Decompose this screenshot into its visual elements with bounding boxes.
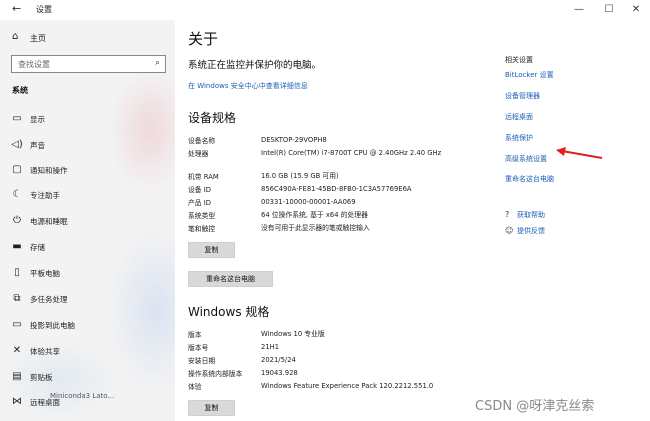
close-button[interactable]: ✕	[625, 2, 647, 18]
sidebar-item-label: 通知和操作	[30, 166, 68, 175]
sidebar-item-label: 多任务处理	[30, 295, 68, 304]
sidebar-item-label: 存储	[30, 243, 45, 252]
sidebar-item-label: 主页	[30, 34, 46, 43]
storage-icon: ▬	[12, 241, 22, 252]
spec-key: 版本号	[188, 344, 209, 352]
spec-key: 笔和触控	[188, 225, 216, 233]
feedback-label: 提供反馈	[517, 227, 545, 235]
sidebar-item-projecting[interactable]: ▭ 投影到此电脑	[0, 316, 175, 336]
sidebar-item-clipboard[interactable]: ▤ 剪贴板	[0, 368, 175, 388]
main-content: 关于 系统正在监控并保护你的电脑。 在 Windows 安全中心中查看详细信息 …	[175, 20, 475, 421]
spec-key: 机带 RAM	[188, 173, 219, 181]
spec-key: 安装日期	[188, 357, 216, 365]
remote-desktop-link[interactable]: 远程桌面	[505, 112, 533, 122]
sidebar-item-storage[interactable]: ▬ 存储	[0, 238, 175, 258]
sidebar-item-label: 电源和睡眠	[30, 217, 68, 226]
spec-value: Intel(R) Core(TM) i7-8700T CPU @ 2.40GHz…	[261, 149, 442, 157]
page-title: 关于	[188, 30, 219, 48]
help-icon: ?	[505, 210, 510, 219]
device-specs-heading: 设备规格	[188, 111, 237, 125]
spec-value: 856C490A-FE81-45BD-8FB0-1C3A57769E6A	[261, 185, 412, 193]
background-window-text: Miniconda3 Lato...	[50, 392, 115, 400]
multitask-icon: ⧉	[13, 293, 21, 304]
bitlocker-settings-link[interactable]: BitLocker 设置	[505, 70, 554, 80]
search-input[interactable]	[18, 58, 143, 70]
moon-icon: ☾	[12, 189, 22, 200]
speaker-icon: ◁)	[11, 139, 23, 150]
spec-value: 没有可用于此显示器的笔或触控输入	[261, 224, 370, 232]
window-title: 设置	[36, 5, 52, 14]
sidebar-item-label: 投影到此电脑	[30, 321, 75, 330]
spec-value: 21H1	[261, 343, 280, 351]
spec-value: 00331-10000-00001-AA069	[261, 198, 356, 206]
search-icon[interactable]: ⌕	[155, 58, 160, 68]
home-icon: ⌂	[12, 31, 19, 42]
share-icon: ✕	[12, 345, 22, 356]
copy-device-specs-button[interactable]: 复制	[188, 242, 235, 258]
feedback-icon: ☺	[505, 226, 514, 235]
spec-key: 系统类型	[188, 212, 216, 220]
sidebar-item-power[interactable]: ⏻ 电源和睡眠	[0, 212, 175, 232]
device-manager-link[interactable]: 设备管理器	[505, 91, 540, 101]
sidebar-item-display[interactable]: ▭ 显示	[0, 110, 175, 130]
power-icon: ⏻	[13, 215, 21, 226]
spec-key: 产品 ID	[188, 199, 211, 207]
spec-key: 处理器	[188, 150, 209, 158]
back-arrow-icon[interactable]: ←	[12, 2, 21, 15]
sidebar-item-label: 声音	[30, 141, 45, 150]
get-help-link[interactable]: ? 获取帮助	[505, 210, 545, 220]
spec-value: DESKTOP-29VOPH8	[261, 136, 327, 144]
spec-value: 16.0 GB (15.9 GB 可用)	[261, 172, 339, 180]
copy-windows-specs-button[interactable]: 复制	[188, 400, 235, 416]
advanced-system-settings-link[interactable]: 高级系统设置	[505, 154, 547, 164]
security-center-link[interactable]: 在 Windows 安全中心中查看详细信息	[188, 81, 308, 91]
clipboard-icon: ▤	[12, 371, 22, 382]
sidebar-item-multitasking[interactable]: ⧉ 多任务处理	[0, 290, 175, 310]
help-label: 获取帮助	[517, 211, 545, 219]
sidebar-item-label: 平板电脑	[30, 269, 60, 278]
sidebar-item-focus-assist[interactable]: ☾ 专注助手	[0, 186, 175, 206]
sidebar-item-label: 专注助手	[30, 191, 60, 200]
give-feedback-link[interactable]: ☺ 提供反馈	[505, 226, 545, 236]
spec-key: 体验	[188, 383, 202, 391]
sidebar-item-notifications[interactable]: ▢ 通知和操作	[0, 161, 175, 181]
notification-icon: ▢	[12, 164, 22, 175]
rename-pc-button[interactable]: 重命名这台电脑	[188, 271, 273, 287]
annotation-arrow-icon	[556, 147, 603, 159]
spec-value: 2021/5/24	[261, 356, 296, 364]
spec-value: Windows Feature Experience Pack 120.2212…	[261, 382, 434, 390]
related-settings-heading: 相关设置	[505, 56, 533, 64]
maximize-button[interactable]: ☐	[598, 2, 620, 18]
sidebar-item-sound[interactable]: ◁) 声音	[0, 136, 175, 156]
sidebar-item-shared-experiences[interactable]: ✕ 体验共享	[0, 342, 175, 362]
rename-pc-link[interactable]: 重命名这台电脑	[505, 174, 554, 184]
projector-icon: ▭	[12, 319, 22, 330]
sidebar-item-label: 显示	[30, 115, 45, 124]
spec-value: 64 位操作系统, 基于 x64 的处理器	[261, 211, 368, 219]
spec-value: 19043.928	[261, 369, 298, 377]
spec-value: Windows 10 专业版	[261, 330, 325, 338]
spec-key: 操作系统内部版本	[188, 370, 243, 378]
sidebar-item-label: 体验共享	[30, 347, 60, 356]
protection-status-text: 系统正在监控并保护你的电脑。	[188, 60, 322, 71]
search-field[interactable]: ⌕	[11, 55, 166, 73]
remote-desktop-icon: ⋈	[12, 396, 22, 407]
spec-key: 设备名称	[188, 137, 216, 145]
title-bar: ← 设置 — ☐ ✕	[0, 0, 650, 20]
spec-key: 设备 ID	[188, 186, 211, 194]
sidebar-item-tablet[interactable]: ▯ 平板电脑	[0, 264, 175, 284]
system-protection-link[interactable]: 系统保护	[505, 133, 533, 143]
sidebar: ⌂ 主页 ⌕ 系统 ▭ 显示 ◁) 声音 ▢ 通知和操作 ☾ 专注助手 ⏻ 电源…	[0, 20, 175, 421]
spec-key: 版本	[188, 331, 202, 339]
sidebar-item-home[interactable]: ⌂ 主页	[0, 30, 175, 48]
minimize-button[interactable]: —	[568, 2, 590, 18]
section-label-system: 系统	[12, 86, 28, 95]
tablet-icon: ▯	[14, 267, 20, 278]
monitor-icon: ▭	[12, 113, 22, 124]
watermark: CSDN @呀津克丝索	[475, 399, 595, 414]
windows-specs-heading: Windows 规格	[188, 305, 270, 319]
sidebar-item-label: 剪贴板	[30, 373, 53, 382]
